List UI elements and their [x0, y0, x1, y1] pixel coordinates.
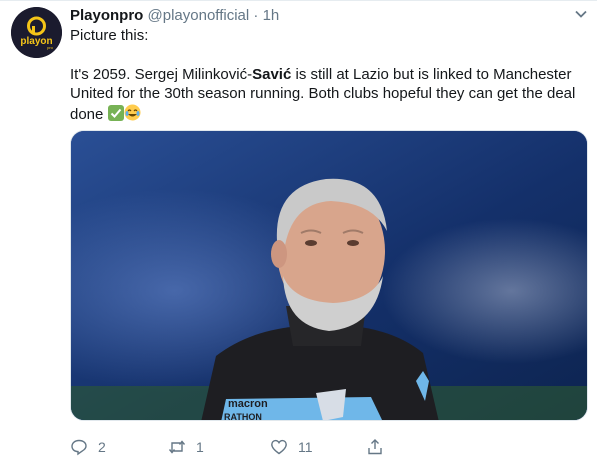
jersey-brand-text: macron — [228, 398, 268, 410]
like-button[interactable]: 11 — [270, 436, 313, 458]
share-button[interactable] — [366, 436, 384, 458]
reply-icon — [71, 439, 87, 456]
tweet-line-1: Picture this: — [70, 27, 149, 44]
laughing-emoji — [124, 104, 141, 127]
tweet-header: Playonpro @playonofficial · 1h — [70, 6, 279, 25]
divider — [0, 0, 597, 1]
like-count: 11 — [298, 439, 313, 455]
text-segment: It's 2059. Sergej Milinković- — [70, 65, 253, 83]
user-handle[interactable]: @playonofficial — [148, 7, 250, 24]
bold-name: Savić — [252, 65, 292, 83]
chevron-down-icon[interactable] — [573, 6, 589, 22]
retweet-count: 1 — [196, 439, 204, 455]
tweet-paragraph: It's 2059. Sergej Milinković-Savić is st… — [70, 65, 582, 127]
retweet-icon — [168, 440, 186, 454]
avatar[interactable]: playon pro — [11, 7, 62, 58]
timestamp[interactable]: 1h — [263, 7, 280, 24]
share-icon — [368, 439, 382, 455]
check-mark-emoji — [107, 104, 124, 127]
like-icon — [271, 439, 287, 455]
display-name[interactable]: Playonpro — [70, 7, 143, 24]
playon-logo-icon: playon pro — [11, 7, 62, 58]
jersey-sub-text: RATHON — [224, 412, 262, 421]
avatar-subtext: pro — [47, 45, 54, 50]
tweet-actions: 2 1 11 — [70, 436, 450, 458]
photo-man-in-training-top: macron RATHON — [71, 131, 587, 421]
tweet-photo[interactable]: macron RATHON — [70, 130, 588, 421]
tweet-text: Picture this: It's 2059. Sergej Milinkov… — [70, 26, 582, 126]
reply-button[interactable]: 2 — [70, 436, 106, 458]
separator: · — [253, 7, 259, 24]
retweet-button[interactable]: 1 — [168, 436, 204, 458]
reply-count: 2 — [98, 439, 106, 455]
